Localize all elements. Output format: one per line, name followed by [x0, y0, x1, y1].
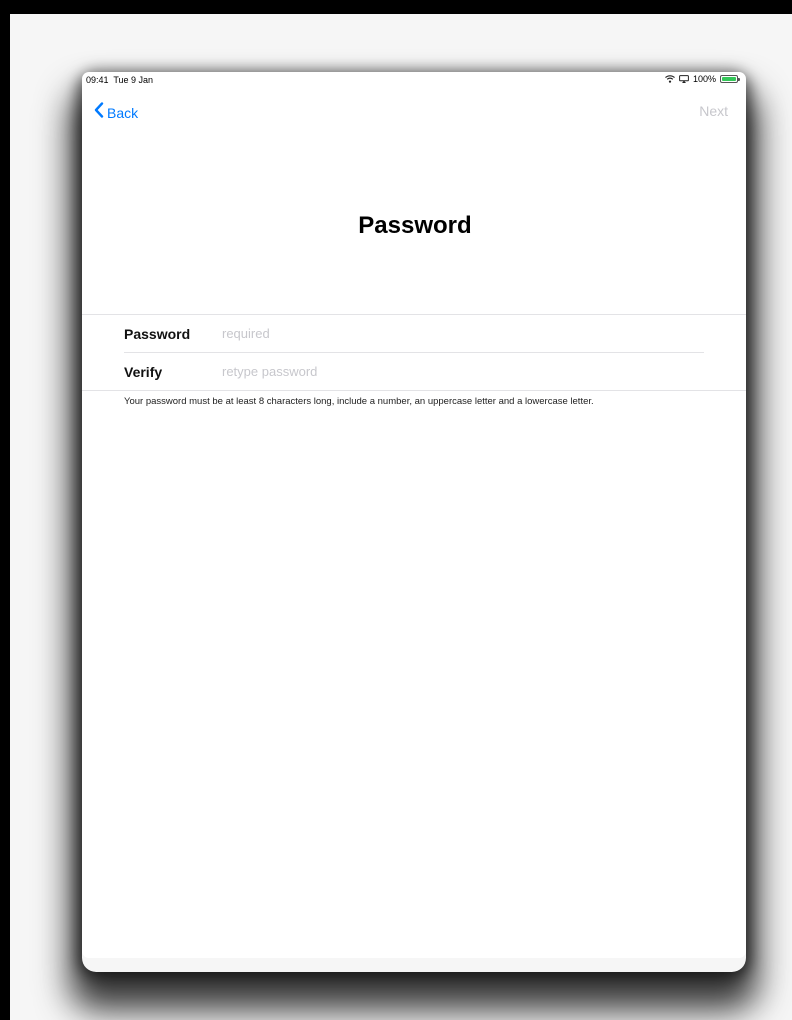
password-requirements-hint: Your password must be at least 8 charact… — [124, 396, 594, 407]
password-row: Password — [124, 315, 704, 351]
status-date: Tue 9 Jan — [113, 75, 154, 85]
photo-background: 09:41 Tue 9 Jan 100% Back Next Password … — [10, 14, 792, 1020]
battery-percent: 100% — [692, 74, 716, 84]
form-bottom-divider — [82, 390, 746, 391]
password-label: Password — [124, 326, 191, 342]
verify-input[interactable] — [222, 361, 602, 381]
wifi-icon — [665, 75, 675, 83]
status-time: 09:41 — [86, 75, 109, 85]
page-title: Password — [358, 212, 472, 239]
back-button[interactable]: Back — [94, 102, 138, 123]
chevron-left-icon — [94, 102, 104, 123]
ipad-screen: 09:41 Tue 9 Jan 100% Back Next Password … — [82, 72, 746, 958]
status-datetime: 09:41 Tue 9 Jan — [86, 75, 153, 85]
verify-row: Verify — [124, 353, 704, 389]
battery-level-fill — [722, 77, 736, 81]
status-bar: 09:41 Tue 9 Jan 100% — [82, 72, 746, 88]
battery-icon — [720, 75, 740, 83]
screen-mirroring-icon — [679, 75, 689, 83]
next-button[interactable]: Next — [699, 103, 728, 119]
back-button-label: Back — [107, 104, 139, 121]
password-input[interactable] — [222, 323, 602, 343]
status-indicators: 100% — [665, 74, 740, 84]
verify-label: Verify — [124, 364, 163, 380]
